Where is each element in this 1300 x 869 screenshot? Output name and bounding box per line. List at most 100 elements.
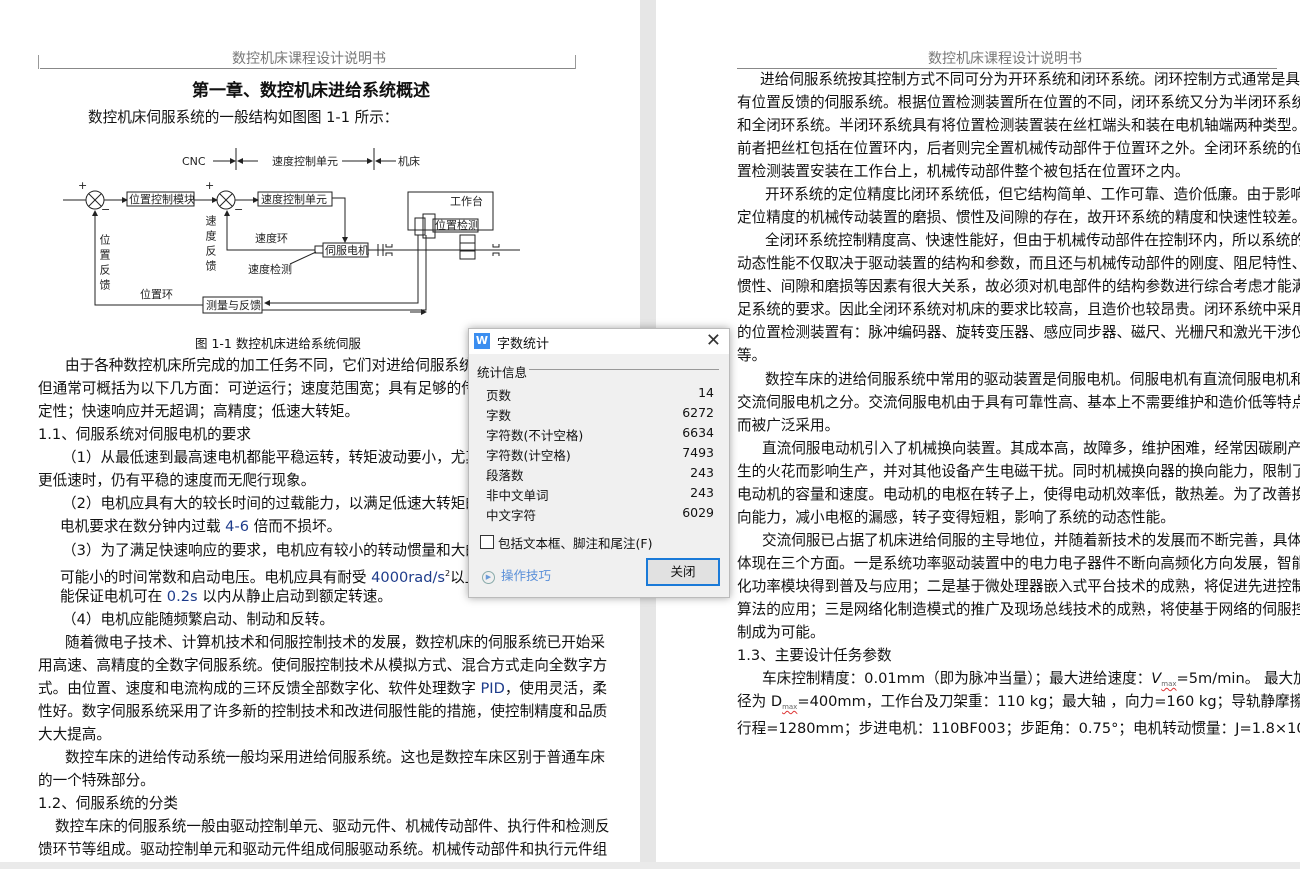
tips-link[interactable]: ▶ 操作技巧 — [482, 565, 551, 584]
right-page: 数控机床课程设计说明书 进给伺服系统按其控制方式不同可分为开环系统和闭环系统。闭… — [656, 0, 1300, 862]
text-line: 的一个特殊部分。 — [38, 772, 155, 790]
plus-sign: + — [205, 179, 214, 192]
intro-text: 数控机床伺服系统的一般结构如图图 1-1 所示： — [88, 109, 399, 126]
text-segment: =5m/min。 最大加工直 — [1176, 670, 1300, 688]
stat-label: 字符数(计空格) — [486, 448, 571, 463]
stat-value: 243 — [690, 465, 714, 480]
text-line: 能保证电机可在 0.2s 以内从静止启动到额定转速。 — [60, 588, 392, 606]
stat-row: 中文字符 6029 — [486, 505, 714, 523]
dialog-title: 字数统计 — [497, 337, 550, 352]
section-heading: 1.2、伺服系统的分类 — [38, 795, 178, 813]
stat-row: 字符数(计空格) 7493 — [486, 445, 714, 463]
stat-value: 14 — [698, 385, 714, 400]
text-segment: ，使用灵活，柔 — [504, 679, 607, 697]
fig-label-pos-module: 位置控制模块 — [129, 192, 195, 206]
wps-writer-icon: W — [474, 333, 490, 349]
text-segment: 0.2s — [166, 587, 198, 605]
text-line: 行程=1280mm；步进电机：110BF003；步距角：0.75°；电机转动惯量… — [737, 716, 1300, 738]
fig-label-cnc: CNC — [182, 155, 206, 168]
text-line: 馈环节等组成。驱动控制单元和驱动元件组成伺服驱动系统。机械传动部件和执行元件组 — [38, 841, 608, 859]
text-line: （1）从最低速到最高速电机都能平稳运转，转矩波动要小，尤其在低 — [62, 449, 510, 467]
text-line: 径为 Dmax=400mm，工作台及刀架重：110 kg；最大轴 ，向力=160… — [737, 693, 1300, 716]
text-segment: PID — [480, 679, 505, 697]
minus-sign: − — [101, 203, 110, 216]
text-line: 等。 — [737, 347, 767, 365]
minus-sign: − — [234, 203, 243, 216]
text-line: 的位置检测装置有：脉冲编码器、旋转变压器、感应同步器、磁尺、光栅尺和激光干涉仪 — [737, 324, 1300, 342]
fig-label-speed-unit: 速度控制单元 — [272, 154, 338, 168]
text-segment: 式。由位置、速度和电流构成的三环反馈全部数字化、软件处理数字 — [38, 679, 481, 697]
text-line: 由于各种数控机床所完成的加工任务不同，它们对进给伺服系统的要 — [65, 357, 503, 374]
stat-row: 非中文单词 243 — [486, 485, 714, 503]
text-line: 数控车床的进给传动系统一般均采用进给伺服系统。这也是数控车床区别于普通车床 — [65, 749, 605, 767]
figure-caption: 图 1-1 数控机床进给系统伺服 — [195, 336, 361, 351]
stat-value: 6634 — [682, 425, 714, 440]
group-divider — [529, 369, 719, 370]
stat-row: 页数 14 — [486, 385, 714, 403]
stat-value: 7493 — [682, 445, 714, 460]
fig-label-pos-loop: 位置环 — [140, 287, 173, 301]
page-corner-mark — [575, 55, 576, 69]
text-segment: 车床控制精度：0.01mm（即为脉冲当量）；最大进给速度： — [762, 670, 1152, 688]
text-segment: 行程=1280mm；步进电机：110BF003；步距角：0.75°；电机转动惯量… — [737, 720, 1300, 738]
section-heading: 1.3、主要设计任务参数 — [737, 647, 892, 664]
text-line: 有位置反馈的伺服系统。根据位置检测装置所在位置的不同，闭环系统又分为半闭环系统 — [737, 94, 1300, 112]
text-line: 直流伺服电动机引入了机械换向装置。其成本高，故障多，维护困难，经常因碳刷产 — [762, 439, 1300, 457]
text-segment: 可能小的时间常数和启动电压。电机应具有耐受 — [60, 568, 372, 586]
fig-label-worktable: 工作台 — [450, 194, 483, 208]
horizontal-scroll-area — [0, 862, 1300, 869]
section-heading: 1.1、伺服系统对伺服电机的要求 — [38, 426, 251, 444]
text-line: （3）为了满足快速响应的要求，电机应有较小的转动惯量和大的堵转 — [62, 541, 510, 559]
text-line: 定位精度的机械传动装置的磨损、惯性及间隙的存在，故开环系统的精度和快速性较差。 — [737, 209, 1300, 227]
fig-label-machine: 机床 — [398, 154, 420, 168]
text-segment: max — [782, 703, 798, 712]
fig-label-speed-control: 速度控制单元 — [261, 192, 327, 206]
text-line: 生的火花而影响生产，并对其他设备产生电磁干扰。同时机械换向器的换向能力，限制了 — [737, 462, 1300, 480]
close-icon[interactable]: ✕ — [706, 330, 721, 351]
servo-structure-diagram: CNC 速度控制单元 机床 + − 位置控制模块 + − 速度控制单元 伺服电机… — [63, 148, 520, 315]
text-line: 体现在三个方面。一是系统功率驱动装置中的电力电子器件不断向高频化方向发展，智能 — [737, 554, 1300, 572]
text-line: 定性；快速响应并无超调；高精度；低速大转矩。 — [38, 403, 360, 421]
text-segment: =400mm，工作台及刀架重：110 kg；最大轴 ，向力=160 kg；导轨静… — [797, 693, 1300, 711]
text-segment: 4-6 — [225, 518, 250, 536]
word-count-dialog: W 字数统计 ✕ 统计信息 页数 14 字数 6272 字符数(不计空格) 6634 字符数… — [468, 328, 730, 598]
text-segment: max — [1161, 680, 1177, 689]
close-button[interactable]: 关闭 — [646, 558, 720, 586]
text-line: 可能小的时间常数和启动电压。电机应具有耐受 4000rad/s2以上的角加 — [60, 565, 523, 587]
text-line: 数控车床的进给伺服系统中常用的驱动装置是伺服电机。伺服电机有直流伺服电机和 — [765, 370, 1300, 388]
text-line: 式。由位置、速度和电流构成的三环反馈全部数字化、软件处理数字 PID，使用灵活，… — [38, 680, 607, 698]
dialog-title-bar[interactable]: W 字数统计 ✕ — [469, 329, 729, 354]
text-line: 随着微电子技术、计算机技术和伺服控制技术的发展，数控机床的伺服系统已开始采 — [65, 633, 605, 651]
text-line: 交流伺服电机之分。交流伺服电机由于具有可靠性高、基本上不需要维护和造价低等特点 — [737, 393, 1300, 411]
text-segment: 倍而不损坏。 — [249, 518, 342, 536]
stat-value: 6029 — [682, 505, 714, 520]
stat-value: 6272 — [682, 405, 714, 420]
text-line: 而被广泛采用。 — [737, 416, 840, 434]
stat-label: 页数 — [486, 388, 512, 403]
header-divider — [40, 68, 575, 69]
text-segment: V — [1151, 670, 1162, 688]
stat-label: 段落数 — [486, 468, 524, 483]
tips-label: 操作技巧 — [501, 568, 552, 583]
page-header: 数控机床课程设计说明书 — [928, 51, 1082, 67]
play-icon: ▶ — [482, 571, 495, 584]
text-line: 电机要求在数分钟内过载 4-6 倍而不损坏。 — [60, 518, 341, 536]
text-segment: 径为 D — [737, 693, 783, 711]
text-line: 性好。数字伺服系统采用了许多新的控制技术和改进伺服性能的措施，使控制精度和品质 — [38, 703, 608, 721]
text-line: 电动机的容量和速度。电动机的电枢在转子上，使得电动机效率低，散热差。为了改善换 — [737, 485, 1300, 503]
page-header: 数控机床课程设计说明书 — [232, 51, 386, 67]
text-line: 动态性能不仅取决于驱动装置的结构和参数，而且还与机械传动部件的刚度、阻尼特性、 — [737, 255, 1300, 273]
text-line: 全闭环系统控制精度高、快速性能好，但由于机械传动部件在控制环内，所以系统的 — [765, 232, 1300, 250]
fig-label-speed-loop: 速度环 — [255, 231, 288, 245]
text-line: 用高速、高精度的全数字伺服系统。使伺服控制技术从模拟方式、混合方式走向全数字方 — [38, 656, 608, 674]
text-line: （4）电机应能随频繁启动、制动和反转。 — [62, 610, 334, 628]
fig-label-pos-feedback: 位置反馈 — [98, 234, 111, 294]
include-textbox-footnote-checkbox[interactable] — [480, 535, 494, 549]
statistics-group-title: 统计信息 — [477, 365, 528, 380]
fig-label-pos-detect: 位置检测 — [435, 218, 479, 232]
text-line: （2）电机应具有大的较长时间的过载能力，以满足低速大转矩的要求 — [62, 495, 510, 513]
text-line: 化功率模块得到普及与应用；二是基于微处理器嵌入式平台技术的成熟，将促进先进控制 — [737, 577, 1300, 595]
checkbox-label[interactable]: 包括文本框、脚注和尾注(F) — [498, 533, 652, 552]
text-line: 置检测装置安装在工作台上，机械传动部件整个被包括在位置环之内。 — [737, 163, 1190, 181]
text-line: 制成为可能。 — [737, 623, 825, 641]
